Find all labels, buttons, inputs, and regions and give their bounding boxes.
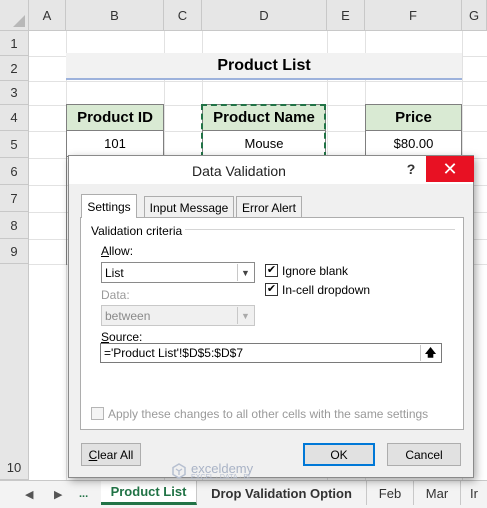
checkmark-icon: ✔ <box>266 283 277 295</box>
more-tabs-ellipsis[interactable]: ... <box>79 488 88 500</box>
header-price: Price <box>365 104 462 131</box>
data-select: between ▼ <box>101 305 255 326</box>
column-header-b[interactable]: B <box>66 0 164 31</box>
scroll-tabs-left-icon[interactable]: ◀ <box>25 488 33 501</box>
ignore-blank-checkbox[interactable]: ✔ <box>265 264 278 277</box>
settings-panel: Validation criteria Allow: List ▼ ✔ Igno… <box>80 217 464 430</box>
allow-select[interactable]: List ▼ <box>101 262 255 283</box>
header-product-name: Product Name <box>202 104 326 131</box>
validation-criteria-label: Validation criteria <box>91 224 183 238</box>
close-icon[interactable]: ✕ <box>426 156 474 182</box>
apply-all-label: Apply these changes to all other cells w… <box>108 407 429 421</box>
help-icon[interactable]: ? <box>401 159 421 179</box>
row-header-6[interactable]: 6 <box>0 158 29 185</box>
tab-settings[interactable]: Settings <box>81 194 137 218</box>
ok-button[interactable]: OK <box>303 443 375 466</box>
row-header-5[interactable]: 5 <box>0 131 29 158</box>
ignore-blank-label: Ignore blank <box>282 264 349 278</box>
tab-ir[interactable]: Ir <box>461 481 487 505</box>
exceldemy-watermark: exceldemy EXCEL · DATA · BI <box>171 461 253 481</box>
data-label: Data: <box>101 288 130 302</box>
source-label: Source: <box>101 330 143 344</box>
clear-all-button[interactable]: Clear All <box>81 443 141 466</box>
tab-product-list[interactable]: Product List <box>101 481 197 505</box>
header-product-id: Product ID <box>66 104 164 131</box>
source-value: ='Product List'!$D$5:$D$7 <box>104 346 243 360</box>
cancel-button[interactable]: Cancel <box>387 443 461 466</box>
scroll-tabs-right-icon[interactable]: ▶ <box>54 488 62 501</box>
column-header-d[interactable]: D <box>202 0 327 31</box>
dialog-title-bar[interactable]: Data Validation ? ✕ <box>69 156 474 184</box>
cell-product-name[interactable]: Mouse <box>202 131 326 157</box>
source-input[interactable]: ='Product List'!$D$5:$D$7 🡅 <box>100 343 442 363</box>
column-header-f[interactable]: F <box>365 0 462 31</box>
row-header-2[interactable]: 2 <box>0 56 29 81</box>
allow-value: List <box>105 265 124 280</box>
tab-drop-validation-option[interactable]: Drop Validation Option <box>197 481 367 505</box>
collapse-dialog-icon[interactable]: 🡅 <box>420 345 440 361</box>
select-all-corner[interactable] <box>0 0 29 31</box>
row-header-8[interactable]: 8 <box>0 212 29 239</box>
row-header-10[interactable]: 10 <box>0 264 29 480</box>
row-header-7[interactable]: 7 <box>0 185 29 212</box>
row-header-9[interactable]: 9 <box>0 239 29 264</box>
column-header-e[interactable]: E <box>327 0 365 31</box>
data-validation-dialog: Data Validation ? ✕ Settings Input Messa… <box>68 155 474 478</box>
column-header-c[interactable]: C <box>164 0 202 31</box>
group-divider <box>185 229 455 230</box>
apply-all-checkbox <box>91 407 104 420</box>
tab-input-message[interactable]: Input Message <box>144 196 234 218</box>
row-header-4[interactable]: 4 <box>0 105 29 131</box>
dialog-title: Data Validation <box>192 163 286 179</box>
column-header-g[interactable]: G <box>462 0 487 31</box>
exceldemy-logo-icon <box>172 463 186 479</box>
tab-error-alert[interactable]: Error Alert <box>236 196 302 218</box>
data-value: between <box>105 308 151 323</box>
column-header-a[interactable]: A <box>29 0 66 31</box>
in-cell-dropdown-label: In-cell dropdown <box>282 283 371 297</box>
table-border-left <box>66 157 67 265</box>
cell-price[interactable]: $80.00 <box>365 131 462 157</box>
allow-label: Allow: <box>101 244 134 258</box>
checkmark-icon: ✔ <box>266 264 277 276</box>
row-header-1[interactable]: 1 <box>0 31 29 56</box>
cell-product-id[interactable]: 101 <box>66 131 164 157</box>
sheet-tab-bar: ◀ ▶ ... Product List Drop Validation Opt… <box>0 480 487 508</box>
watermark-tagline: EXCEL · DATA · BI <box>191 474 250 481</box>
row-header-3[interactable]: 3 <box>0 81 29 105</box>
in-cell-dropdown-checkbox[interactable]: ✔ <box>265 283 278 296</box>
chevron-down-icon[interactable]: ▼ <box>237 264 253 281</box>
tab-mar[interactable]: Mar <box>414 481 461 505</box>
sheet-title: Product List <box>66 53 462 80</box>
tab-feb[interactable]: Feb <box>367 481 414 505</box>
chevron-down-icon: ▼ <box>237 307 253 324</box>
